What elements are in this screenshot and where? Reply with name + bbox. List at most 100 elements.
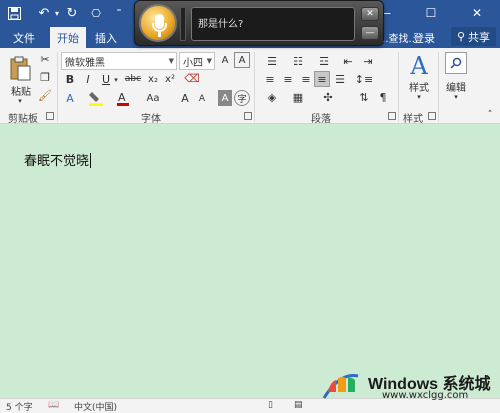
bold-button[interactable]: B [64,72,76,86]
search-icon[interactable] [445,52,467,74]
bullets-icon[interactable]: ☰ [262,54,282,68]
format-painter-icon[interactable]: 🖌 [38,88,52,102]
windows-logo-icon [322,373,359,399]
speech-close-button[interactable]: ✕ [361,7,379,21]
chevron-down-icon: ▼ [168,57,174,65]
paste-button[interactable] [8,54,32,84]
speech-minimize-button[interactable]: — [361,26,379,40]
clipboard-group-label: 剪贴板 [8,114,38,125]
font-name-select[interactable]: 微软雅黑 ▼ [61,52,177,70]
subscript-button[interactable]: x₂ [146,72,160,86]
share-label: 共享 [468,30,490,44]
line-spacing-icon[interactable]: ↕≡ [354,72,374,86]
distributed-icon[interactable]: ☰ [332,72,348,86]
styles-group-label: 样式 [403,114,423,125]
sign-in-link[interactable]: 登录 [406,27,442,48]
font-size-select[interactable]: 小四 ▼ [179,52,215,70]
tab-file[interactable]: 文件 [6,27,42,48]
tab-insert[interactable]: 插入 [88,27,124,48]
undo-icon[interactable]: ↶ [36,4,52,22]
enclose-char-icon[interactable]: 字 [234,90,250,106]
undo-dropdown-icon[interactable]: ▾ [52,4,62,22]
chevron-down-icon: ▼ [206,57,212,65]
divider [254,52,255,122]
justify-icon[interactable]: ≡ [314,71,330,87]
align-left-icon[interactable]: ≡ [262,72,278,86]
superscript-button[interactable]: x² [163,72,177,86]
divider [398,52,399,122]
share-button[interactable]: ⚲ 共享 [450,27,496,46]
decrease-indent-icon[interactable]: ⇤ [340,54,356,68]
touch-mode-icon[interactable]: ⎔ [88,4,104,22]
styles-icon[interactable]: A [406,52,432,80]
font-name-value: 微软雅黑 [65,57,105,69]
change-case-icon[interactable]: A [218,52,232,68]
styles-dropdown-icon[interactable]: ▾ [413,92,425,102]
sort-icon[interactable]: ⇅ [356,90,372,104]
divider [57,52,58,122]
save-icon[interactable] [6,4,22,22]
numbering-icon[interactable]: ☷ [288,54,308,68]
proofing-icon[interactable]: 📖 [48,400,59,410]
close-button[interactable]: ✕ [454,0,500,25]
increase-indent-icon[interactable]: ⇥ [360,54,376,68]
ribbon: 粘贴 ▾ ✂ ❐ 🖌 剪贴板 微软雅黑 ▼ 小四 ▼ A A B I U ▾ abc… [0,48,500,125]
multilevel-list-icon[interactable]: ☲ [314,54,334,68]
align-center-icon[interactable]: ≡ [280,72,296,86]
chinese-layout-icon[interactable]: ✣ [318,90,338,104]
shrink-font-icon[interactable]: A [196,92,208,106]
cut-icon[interactable]: ✂ [38,52,52,66]
strikethrough-button[interactable]: abc [122,72,144,86]
font-color-icon[interactable]: A [116,90,130,106]
document-area[interactable]: 春眠不觉晓 [0,124,500,398]
document-text-line[interactable]: 春眠不觉晓 [24,150,92,169]
microphone-icon[interactable] [139,4,177,42]
word-count[interactable]: 5 个字 [6,400,33,413]
change-case-button[interactable]: Aa [142,90,164,106]
paste-label: 粘贴 [11,86,31,98]
restore-button[interactable]: ☐ [408,0,454,25]
print-layout-icon[interactable]: ▤ [294,400,303,410]
shading-icon[interactable]: ◈ [262,90,282,104]
watermark: Windows 系统城 www.wxclgg.com [310,366,500,406]
speech-prompt: 那是什么? [191,7,355,41]
text-effects-icon[interactable]: A [62,90,78,106]
borders-icon[interactable]: ▦ [288,90,308,104]
paragraph-launcher[interactable] [388,112,396,120]
highlight-icon[interactable] [88,90,104,106]
tab-home[interactable]: 开始 [50,27,86,48]
font-launcher[interactable] [244,112,252,120]
text-cursor [90,153,92,168]
styles-launcher[interactable] [428,112,436,120]
font-size-value: 小四 [183,57,203,69]
watermark-url: www.wxclgg.com [382,390,469,401]
language-indicator[interactable]: 中文(中国) [74,400,117,413]
speech-recognition-bar: 那是什么? ✕ — [134,0,384,46]
char-shading-icon[interactable]: A [218,90,232,106]
customize-qa-icon[interactable]: ⁼ [114,4,124,22]
grow-font-icon[interactable]: A [178,90,192,106]
svg-text:A: A [118,91,126,104]
person-icon: ⚲ [456,30,465,43]
show-marks-icon[interactable]: ¶ [376,90,390,104]
divider [438,52,439,122]
redo-icon[interactable]: ↻ [64,4,80,22]
clear-format-icon[interactable]: ⌫ [184,71,200,85]
copy-icon[interactable]: ❐ [38,70,52,84]
clipboard-launcher[interactable] [46,112,54,120]
char-border-icon[interactable]: A [234,52,250,68]
styles-button-label[interactable]: 样式 [405,80,433,94]
align-right-icon[interactable]: ≡ [298,72,314,86]
underline-button[interactable]: U [100,72,112,86]
editing-dropdown-icon[interactable]: ▾ [450,92,462,102]
italic-button[interactable]: I [82,72,94,86]
underline-dropdown-icon[interactable]: ▾ [112,73,120,87]
paragraph-group-label: 段落 [311,114,331,125]
paste-dropdown-icon[interactable]: ▾ [14,96,26,106]
font-group-label: 字体 [141,114,161,125]
read-mode-icon[interactable]: ▯ [268,400,273,410]
collapse-ribbon-icon[interactable]: ˄ [484,110,496,120]
editing-button-label[interactable]: 编辑 [442,80,470,94]
volume-meter [180,7,186,41]
document-text: 春眠不觉晓 [24,154,90,169]
